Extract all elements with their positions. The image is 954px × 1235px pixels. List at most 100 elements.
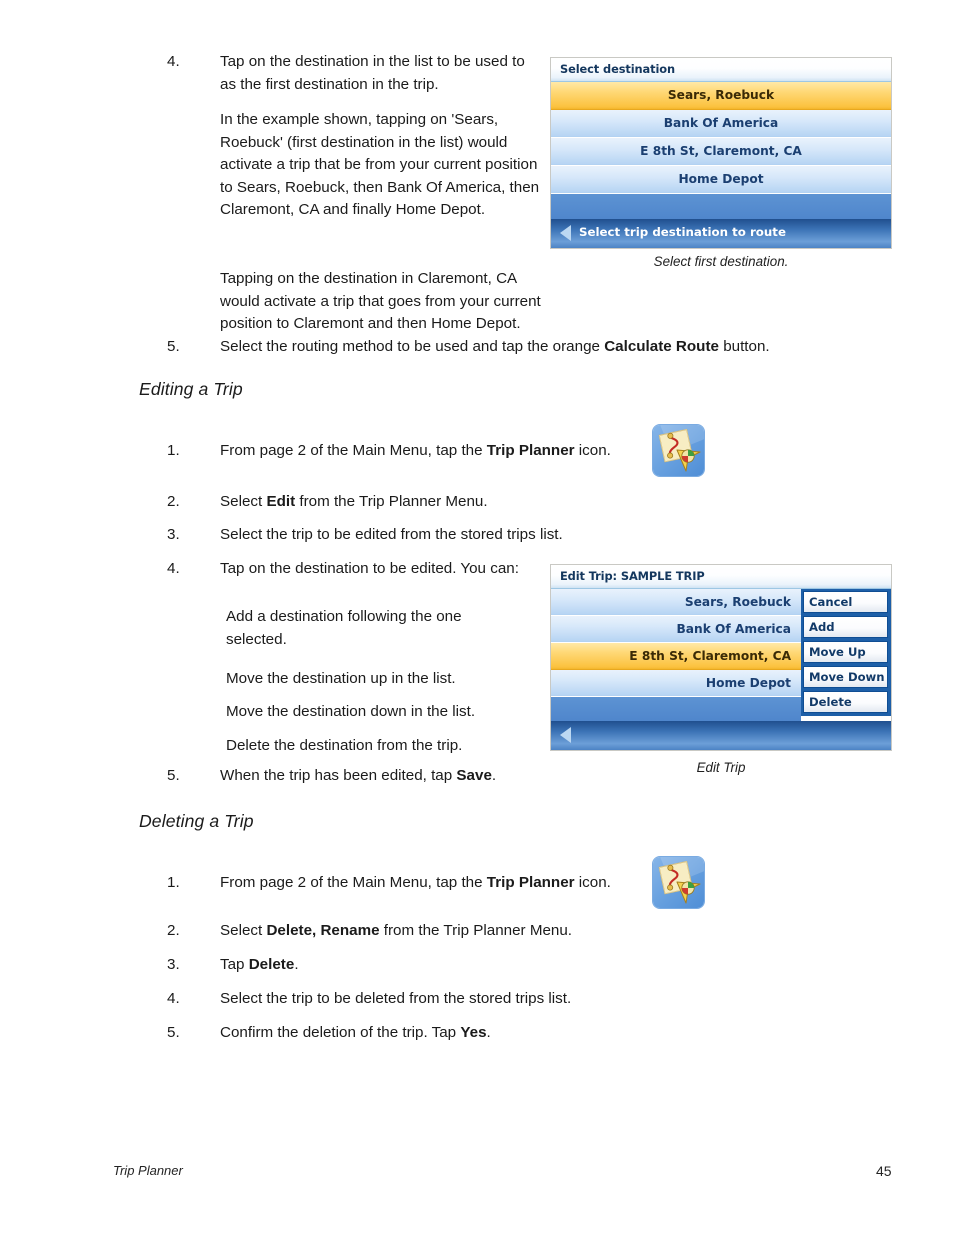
device-nav-bar[interactable] (551, 721, 891, 750)
figure-edit-caption: Edit Trip (696, 760, 746, 775)
trip-planner-glyph (658, 428, 701, 472)
device-title-bar: Select destination (551, 58, 891, 82)
step-text-1: Tap on the destination in the list to be… (220, 53, 525, 93)
text-before: Select (220, 493, 267, 510)
edit-row-3[interactable]: E 8th St, Claremont, CA (551, 643, 801, 670)
deleting-step-1-text: From page 2 of the Main Menu, tap the Tr… (220, 872, 667, 895)
editing-step-2-text: Select Edit from the Trip Planner Menu. (220, 491, 667, 514)
step-number: 5. (167, 1024, 180, 1041)
device-title-text: Edit Trip: SAMPLE TRIP (560, 569, 705, 583)
destination-row-4[interactable]: Home Depot (551, 166, 891, 194)
step-4-top: 4. Tap on the destination in the list to… (167, 51, 537, 96)
text-before: When the trip has been edited, tap (220, 767, 457, 784)
editing-bullet-1: Add a destination following the one sele… (226, 608, 462, 648)
step-number: 5. (167, 767, 180, 784)
step-number: 2. (167, 922, 180, 939)
list-empty-area (551, 194, 891, 219)
destination-row-1[interactable]: Sears, Roebuck (551, 82, 891, 110)
text-after: icon. (574, 874, 611, 891)
deleting-step-3-text: Tap Delete. (220, 954, 567, 977)
device-nav-label: Select trip destination to route (579, 225, 786, 239)
text-after: . (486, 1024, 491, 1041)
figure-select-caption: Select first destination. (653, 254, 789, 269)
edit-trip-body: Sears, Roebuck Bank Of America E 8th St,… (551, 589, 891, 721)
cancel-button[interactable]: Cancel (803, 591, 888, 613)
delete-rename-label: Delete, Rename (266, 922, 380, 939)
save-label: Save (456, 767, 492, 784)
step-number: 4. (167, 560, 180, 577)
figure-edit-trip: Edit Trip: SAMPLE TRIP Sears, Roebuck Ba… (551, 565, 891, 750)
deleting-step-5-text: Confirm the deletion of the trip. Tap Ye… (220, 1022, 667, 1045)
list-empty-area (551, 697, 801, 721)
footer-section-label: Trip Planner (113, 1163, 183, 1178)
text-before: Confirm the deletion of the trip. Tap (220, 1024, 461, 1041)
edit-row-2[interactable]: Bank Of America (551, 616, 801, 643)
editing-step-4-text: Tap on the destination to be edited. You… (220, 560, 519, 577)
back-arrow-icon[interactable] (560, 225, 571, 241)
editing-bullet-4: Delete the destination from the trip. (226, 737, 463, 754)
step-5-text-before: Select the routing method to be used and… (220, 338, 605, 355)
text-after: . (491, 767, 497, 784)
step-number: 4. (167, 53, 180, 70)
device-title-text: Select destination (560, 62, 676, 76)
step-4-paragraph-2: In the example shown, tapping on 'Sears,… (220, 111, 540, 219)
footer-page-number: 45 (876, 1163, 892, 1179)
editing-step-1-text: From page 2 of the Main Menu, tap the Tr… (220, 440, 667, 463)
trip-planner-icon[interactable] (653, 857, 704, 908)
destination-row-3[interactable]: E 8th St, Claremont, CA (551, 138, 891, 166)
text-after: from the Trip Planner Menu. (379, 922, 573, 939)
move-down-button[interactable]: Move Down (803, 666, 888, 688)
editing-step-1: 1. From page 2 of the Main Menu, tap the… (167, 440, 667, 463)
edit-action-buttons: Cancel Add Move Up Move Down Delete (801, 589, 891, 716)
text-before: Select (220, 922, 267, 939)
editing-step-5: 5. When the trip has been edited, tap Sa… (167, 765, 547, 788)
delete-label: Delete (248, 956, 295, 973)
edit-row-1[interactable]: Sears, Roebuck (551, 589, 801, 616)
deleting-step-5: 5. Confirm the deletion of the trip. Tap… (167, 1022, 667, 1045)
text-before: From page 2 of the Main Menu, tap the (220, 442, 487, 459)
calculate-route-label: Calculate Route (604, 338, 719, 355)
figure-select-destination: Select destination Sears, Roebuck Bank O… (551, 58, 891, 248)
destination-row-2[interactable]: Bank Of America (551, 110, 891, 138)
deleting-step-1: 1. From page 2 of the Main Menu, tap the… (167, 872, 667, 895)
deleting-step-2-text: Select Delete, Rename from the Trip Plan… (220, 920, 687, 943)
editing-step-3-text: Select the trip to be edited from the st… (220, 526, 563, 543)
text-before: From page 2 of the Main Menu, tap the (220, 874, 487, 891)
step-number: 4. (167, 990, 180, 1007)
text-after: from the Trip Planner Menu. (295, 493, 488, 510)
step-number: 1. (167, 442, 180, 459)
move-up-button[interactable]: Move Up (803, 641, 888, 663)
trip-planner-label: Trip Planner (486, 442, 575, 459)
step-5-top: 5. Select the routing method to be used … (167, 336, 847, 359)
trip-planner-icon[interactable] (653, 425, 704, 476)
add-button[interactable]: Add (803, 616, 888, 638)
device-nav-bar[interactable]: Select trip destination to route (551, 219, 891, 248)
step-number: 3. (167, 526, 180, 543)
editing-step-5-text: When the trip has been edited, tap Save. (220, 765, 547, 788)
document-page: 4. Tap on the destination in the list to… (0, 0, 954, 1235)
trip-planner-glyph (658, 860, 701, 904)
back-arrow-icon[interactable] (560, 727, 571, 743)
edit-label: Edit (266, 493, 296, 510)
text-after: . (294, 956, 299, 973)
trip-planner-label: Trip Planner (486, 874, 575, 891)
step-5-text: Select the routing method to be used and… (220, 336, 847, 359)
step-4-paragraph-3: Tapping on the destination in Claremont,… (220, 270, 541, 333)
delete-button[interactable]: Delete (803, 691, 888, 713)
editing-step-2: 2. Select Edit from the Trip Planner Men… (167, 491, 667, 514)
step-number: 5. (167, 338, 180, 355)
step-number: 1. (167, 874, 180, 891)
text-after: icon. (574, 442, 611, 459)
edit-row-4[interactable]: Home Depot (551, 670, 801, 697)
step-number: 3. (167, 956, 180, 973)
section-heading-editing: Editing a Trip (139, 379, 243, 399)
section-heading-deleting: Deleting a Trip (139, 811, 254, 831)
yes-label: Yes (460, 1024, 487, 1041)
edit-destination-list: Sears, Roebuck Bank Of America E 8th St,… (551, 589, 801, 721)
editing-bullet-3: Move the destination down in the list. (226, 703, 476, 720)
device-title-bar: Edit Trip: SAMPLE TRIP (551, 565, 891, 589)
editing-bullet-2: Move the destination up in the list. (226, 670, 456, 687)
editing-step-3: 3. Select the trip to be edited from the… (167, 524, 667, 547)
deleting-step-4-text: Select the trip to be deleted from the s… (220, 990, 572, 1007)
step-number: 2. (167, 493, 180, 510)
